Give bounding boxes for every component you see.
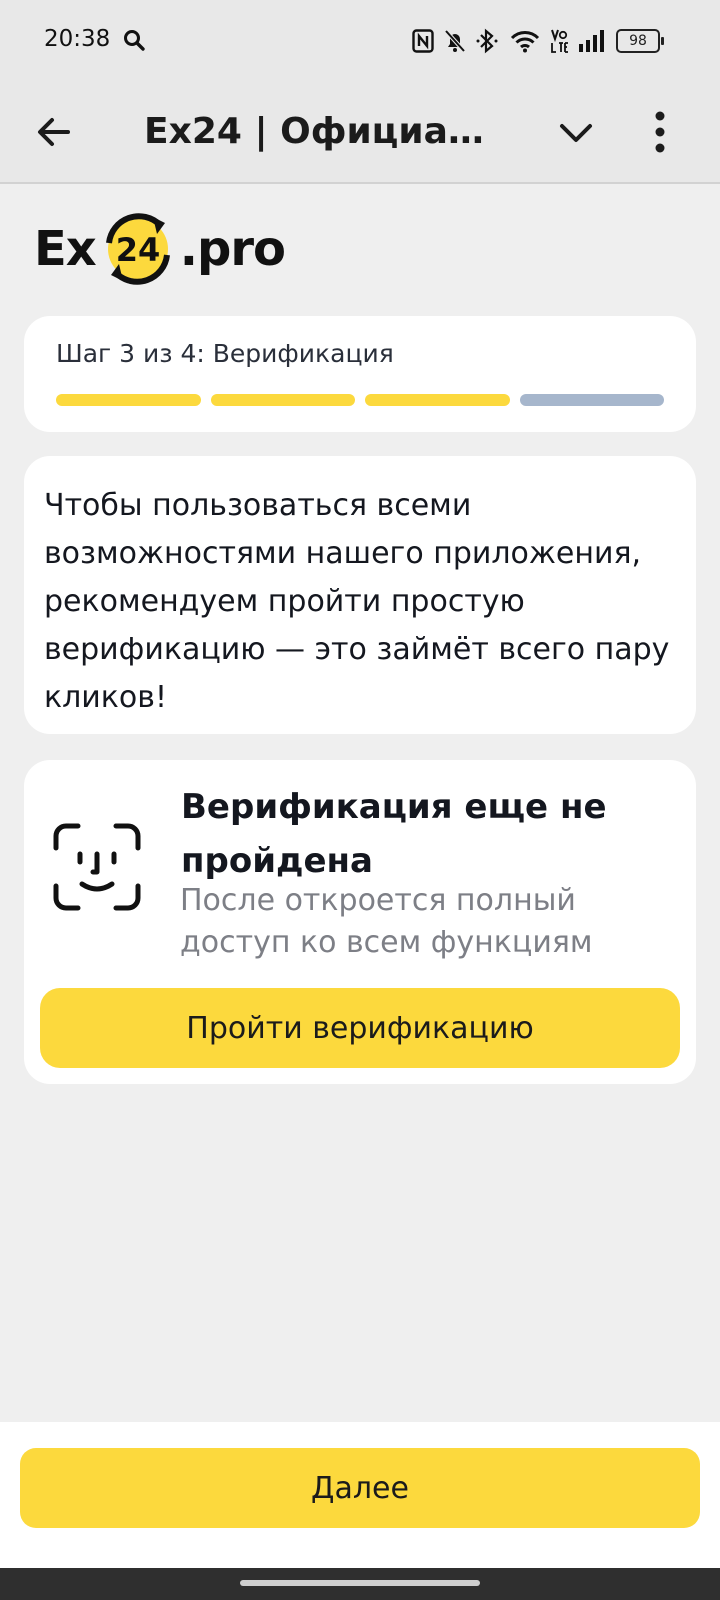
gesture-handle[interactable] — [240, 1580, 480, 1586]
progress-segment-2 — [210, 394, 355, 406]
status-time: 20:38 — [44, 26, 111, 52]
step-label: Шаг 3 из 4: Верификация — [56, 339, 394, 368]
wifi-icon — [510, 31, 540, 53]
face-id-icon — [53, 823, 141, 911]
battery-icon: 98 — [616, 29, 664, 53]
step-progress-card: Шаг 3 из 4: Верификация — [24, 316, 696, 432]
ex24-logo: Ex 24 .pro — [34, 208, 286, 290]
progress-segment-4 — [519, 394, 664, 406]
next-button[interactable]: Далее — [20, 1448, 700, 1528]
bluetooth-icon — [476, 28, 498, 54]
logo-badge-icon: 24 — [105, 213, 170, 285]
step-progress-bar — [56, 394, 664, 406]
status-icons: 98 — [412, 28, 664, 54]
intro-text: Чтобы пользоваться всеми возможностями н… — [44, 488, 670, 715]
browser-toolbar: Ex24 | Официальный сайт — [0, 84, 720, 184]
logo-badge-number: 24 — [115, 231, 160, 269]
page-title: Ex24 | Официальный сайт — [144, 111, 494, 152]
search-icon — [124, 30, 145, 51]
system-navigation-bar — [0, 1568, 720, 1600]
status-bar: 20:38 98 — [0, 0, 720, 84]
volte-icon — [551, 29, 568, 53]
start-verification-button[interactable]: Пройти верификацию — [40, 988, 680, 1068]
verification-subtitle: После откроется полный доступ ко всем фу… — [180, 883, 593, 960]
logo-prefix: Ex — [34, 221, 97, 277]
more-vertical-icon[interactable] — [650, 108, 670, 156]
logo-suffix: .pro — [179, 221, 286, 277]
bottom-action-area: Далее — [0, 1422, 720, 1568]
progress-segment-1 — [56, 394, 201, 406]
nfc-icon — [412, 29, 434, 53]
chevron-down-icon[interactable] — [556, 112, 596, 152]
signal-icon — [579, 30, 604, 52]
back-arrow-icon[interactable] — [34, 112, 74, 152]
progress-segment-3 — [365, 394, 510, 406]
verification-title: Верификация еще не пройдена — [181, 787, 607, 881]
bell-off-icon — [444, 29, 466, 53]
intro-card: Чтобы пользоваться всеми возможностями н… — [24, 456, 696, 734]
